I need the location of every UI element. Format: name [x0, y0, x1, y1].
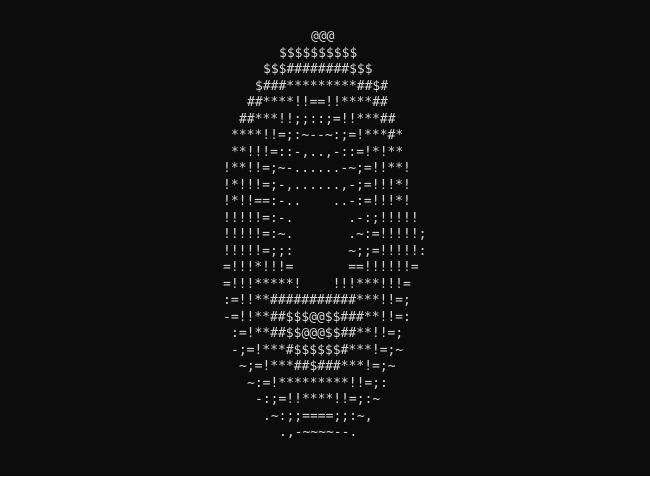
ascii-line: =!!!*****! !!!***!!!=: [223, 276, 411, 292]
ascii-line: :=!!**###########***!!=;: [223, 293, 411, 308]
ascii-line: ##***!!;;::;=!!***##: [239, 111, 396, 127]
ascii-line: !*!!==:-.. ..-:=!!!*!: [223, 194, 411, 209]
ascii-line: !!!!!=:~. .~:=!!!!!;: [223, 227, 427, 242]
ascii-line: @@@: [311, 29, 335, 44]
ascii-line: $$$$$$$$$$: [279, 45, 358, 61]
ascii-line: ****!!=;:~--~:;=!***#*: [231, 128, 404, 143]
ascii-line: .,-~~~~--.: [279, 425, 358, 440]
ascii-line: $$$########$$$: [263, 62, 373, 77]
ascii-line: !*!!!=;-,......,-;=!!!*!: [223, 177, 411, 193]
ascii-line: ~;=!***##$###***!=;~: [239, 359, 396, 374]
ascii-line: !!!!!=:-. .-:;!!!!!: [223, 210, 419, 226]
ascii-line: !**!!=;~-......-~;=!!**!: [223, 161, 411, 176]
ascii-art-output: @@@ $$$$$$$$$$ $$$########$$$ $###******…: [0, 29, 650, 442]
ascii-line: $###*********##$#: [255, 78, 389, 94]
ascii-line: -=!!**##$$$@@$$###**!!=:: [223, 309, 411, 325]
ascii-line: -:;=!!****!!=;:~: [255, 392, 381, 407]
ascii-line: ~:=!*********!!=;:: [247, 375, 388, 391]
ascii-line: =!!!*!!!= ==!!!!!!=: [223, 260, 419, 275]
ascii-line: .~:;;====;;:~,: [263, 408, 373, 424]
ascii-line: -;=!***#$$$$$$#***!=;~: [231, 342, 404, 358]
ascii-line: :=!**##$$@@@$$##**!!=;: [231, 326, 404, 341]
ascii-line: !!!!!=;;: ~;;=!!!!!:: [223, 243, 427, 259]
ascii-line: **!!!=::-,..,-::=!*!**: [231, 144, 404, 160]
ascii-line: ##****!!==!!****##: [247, 95, 388, 110]
terminal-window: @@@ $$$$$$$$$$ $$$########$$$ $###******…: [0, 0, 650, 476]
